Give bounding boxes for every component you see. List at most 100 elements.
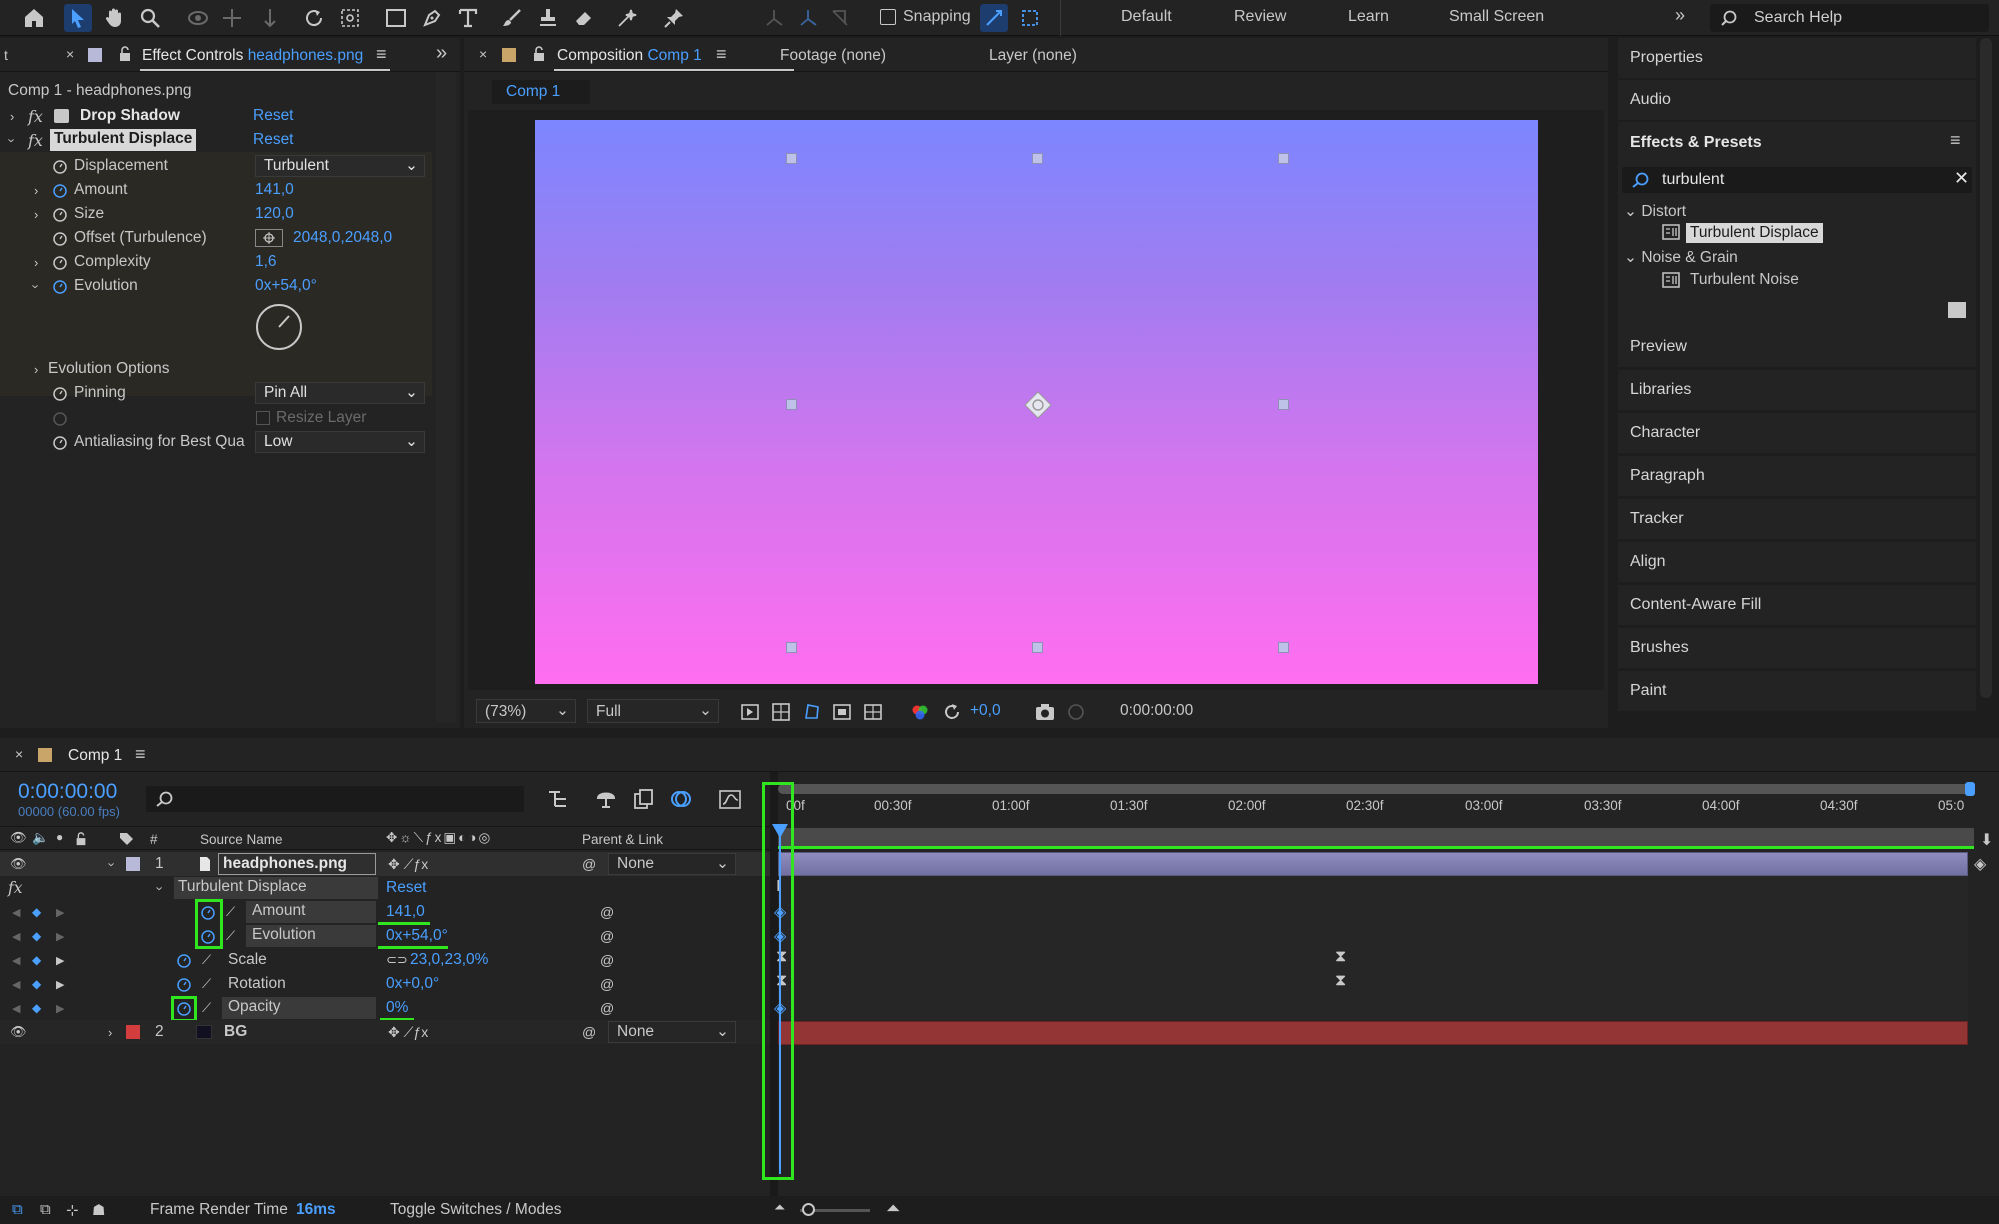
stopwatch-icon[interactable] — [52, 434, 68, 450]
pickwhip-icon[interactable]: @ — [600, 1000, 614, 1016]
toggle-switches-modes[interactable]: Toggle Switches / Modes — [390, 1201, 561, 1219]
marker-icon[interactable]: ⬇ — [1980, 830, 1993, 850]
zoom-tool-icon[interactable] — [136, 4, 164, 32]
prop-evolution-value[interactable]: 0x+54,0° — [386, 927, 448, 945]
shy-layers-icon[interactable] — [594, 788, 618, 810]
panel-paint[interactable]: Paint — [1618, 671, 1976, 711]
transform-handle[interactable] — [786, 153, 797, 164]
drop-shadow-reset[interactable]: Reset — [253, 107, 294, 125]
graph-icon[interactable]: ⟋ — [226, 928, 235, 944]
motion-blur-icon[interactable] — [670, 788, 694, 810]
snap-edges-icon[interactable] — [980, 4, 1008, 32]
prev-keyframe-icon[interactable]: ◀ — [12, 1002, 20, 1015]
panel-preview[interactable]: Preview — [1618, 327, 1976, 367]
panel-audio[interactable]: Audio — [1618, 80, 1976, 120]
workspace-default[interactable]: Default — [1121, 8, 1172, 26]
panel-paragraph[interactable]: Paragraph — [1618, 456, 1976, 496]
crosshair-point-icon[interactable] — [255, 229, 283, 247]
reset-exposure-icon[interactable] — [942, 702, 962, 722]
search-help-field[interactable]: Search Help — [1710, 4, 1989, 32]
clear-search-icon[interactable]: ✕ — [1954, 168, 1969, 189]
chevron-down-icon[interactable]: › — [153, 886, 168, 890]
pinning-dropdown[interactable]: Pin All ⌄ — [255, 382, 425, 404]
keyframe-scale-end[interactable]: ⧗ — [1335, 948, 1346, 966]
keyframe-toggle-icon[interactable]: ◆ — [32, 977, 41, 991]
layer-row-1[interactable]: 👁 › 1 headphones.png ✥ ⟋ƒx @ None ⌄ — [0, 852, 770, 876]
stopwatch-active-icon[interactable] — [200, 904, 216, 920]
panel-character[interactable]: Character — [1618, 413, 1976, 453]
stopwatch-icon[interactable] — [52, 254, 68, 270]
pickwhip-icon[interactable]: @ — [582, 1024, 596, 1040]
chevron-right-icon[interactable]: › — [108, 1025, 112, 1040]
dolly-camera-icon[interactable] — [256, 4, 284, 32]
chevron-right-icon[interactable]: › — [34, 183, 38, 198]
label-tag-icon[interactable] — [118, 831, 134, 847]
pickwhip-icon[interactable]: @ — [600, 952, 614, 968]
next-keyframe-icon[interactable]: ▶ — [56, 978, 64, 991]
displacement-dropdown[interactable]: Turbulent ⌄ — [255, 155, 425, 177]
fx-icon[interactable]: fx — [8, 879, 22, 897]
layer-label-color[interactable] — [126, 1025, 140, 1039]
transform-handle[interactable] — [1278, 399, 1289, 410]
effect-controls-scrollbar[interactable] — [436, 72, 456, 722]
panel-menu-icon[interactable]: ≡ — [1950, 130, 1961, 151]
comp-timecode[interactable]: 0:00:00:00 — [1120, 702, 1193, 720]
lock-icon[interactable] — [532, 46, 546, 62]
layer-end-icon[interactable]: ◈ — [1974, 854, 1986, 874]
transform-handle[interactable] — [786, 399, 797, 410]
transform-handle[interactable] — [786, 642, 797, 653]
panel-content-aware-fill[interactable]: Content-Aware Fill — [1618, 585, 1976, 625]
panel-menu-icon[interactable]: ≡ — [376, 44, 387, 65]
transform-handle[interactable] — [1032, 153, 1043, 164]
evolution-angle-dial[interactable] — [254, 302, 304, 352]
comp-subtab[interactable]: Comp 1 — [492, 80, 590, 104]
evolution-value[interactable]: 0x+54,0° — [255, 277, 317, 295]
eye-icon[interactable]: 👁 — [10, 830, 27, 846]
axis-view-icon[interactable] — [826, 4, 854, 32]
graph-icon[interactable]: ⟋ — [202, 952, 211, 968]
selection-tool-icon[interactable] — [64, 4, 92, 32]
tree-group-distort[interactable]: ⌄ Distort — [1624, 202, 1686, 221]
tree-group-noise-grain[interactable]: ⌄ Noise & Grain — [1624, 248, 1738, 267]
keyframe-rotation-end[interactable]: ⧗ — [1335, 972, 1346, 990]
brush-tool-icon[interactable] — [498, 4, 526, 32]
chevron-right-icon[interactable]: › — [10, 109, 14, 124]
chevron-right-icon[interactable]: › — [34, 362, 38, 377]
prop-rotation-value[interactable]: 0x+0,0° — [386, 975, 439, 993]
stopwatch-active-icon[interactable] — [176, 1000, 192, 1016]
next-keyframe-icon[interactable]: ▶ — [56, 930, 64, 943]
transform-handle[interactable] — [1278, 153, 1289, 164]
prev-keyframe-icon[interactable]: ◀ — [12, 954, 20, 967]
prop-row-scale[interactable]: ◀ ◆ ▶ ⟋ Scale ⊂⊃ 23,0,23,0% @ — [0, 948, 770, 972]
layer-1-parent-dropdown[interactable]: None ⌄ — [608, 853, 736, 875]
eraser-tool-icon[interactable] — [570, 4, 598, 32]
transform-handle[interactable] — [1032, 642, 1043, 653]
zoom-dropdown[interactable]: (73%) ⌄ — [476, 699, 576, 723]
tree-item-turbulent-noise[interactable]: Turbulent Noise — [1690, 271, 1799, 289]
right-panel-scrollbar[interactable] — [1980, 38, 1992, 698]
layer-tab[interactable]: Layer (none) — [989, 47, 1077, 65]
region-of-interest-icon[interactable] — [832, 702, 852, 722]
graph-icon[interactable]: ⟋ — [202, 976, 211, 992]
workspace-learn[interactable]: Learn — [1348, 8, 1389, 26]
resize-layer-checkbox[interactable] — [256, 411, 270, 425]
zoom-in-icon[interactable]: ⏶ — [886, 1198, 900, 1219]
stopwatch-active-icon[interactable] — [176, 952, 192, 968]
stopwatch-icon[interactable] — [52, 158, 68, 174]
mask-visibility-icon[interactable] — [802, 702, 822, 722]
effect-row-turbulent-displace[interactable]: › fx Turbulent Displace Reset — [0, 128, 432, 152]
timeline-search-field[interactable] — [146, 786, 524, 812]
new-bin-icon[interactable] — [1948, 302, 1966, 318]
stopwatch-active-icon[interactable] — [52, 278, 68, 294]
transform-handle[interactable] — [1278, 642, 1289, 653]
exposure-value[interactable]: +0,0 — [970, 702, 1001, 720]
keyframe-toggle-icon[interactable]: ◆ — [32, 905, 41, 919]
channels-icon[interactable] — [910, 702, 930, 722]
chevron-down-icon[interactable]: › — [105, 862, 120, 866]
layer-row-2[interactable]: 👁 › 2 BG ✥ ⟋ƒx @ None ⌄ — [0, 1020, 770, 1044]
close-icon[interactable]: × — [15, 746, 23, 762]
work-area-bar[interactable] — [778, 784, 1974, 794]
prop-amount-value[interactable]: 141,0 — [386, 903, 425, 921]
speaker-icon[interactable]: 🔈 — [32, 830, 49, 846]
effect-group-row[interactable]: fx › Turbulent Displace Reset — [0, 876, 770, 900]
